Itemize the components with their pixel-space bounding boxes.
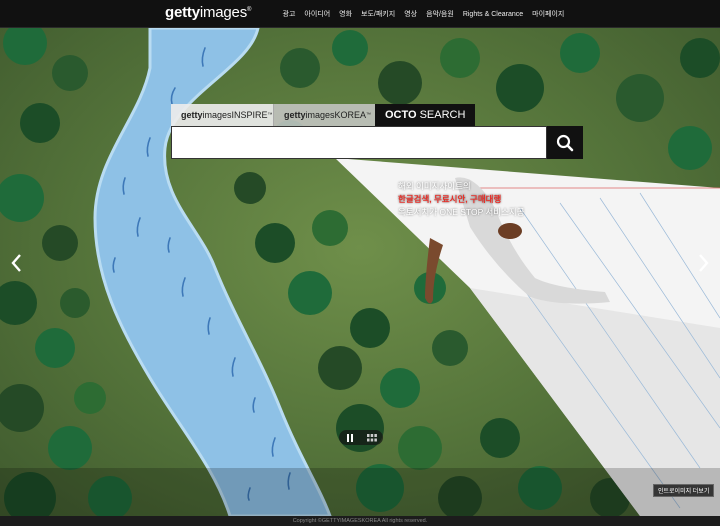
nav-item-news-package[interactable]: 보도/패키지 xyxy=(357,9,400,19)
promo-line-2-highlight: 한글검색, 무료시안, 구매대행 xyxy=(398,194,502,204)
trademark-mark: ™ xyxy=(267,112,273,118)
intro-image-more-button[interactable]: 인트로이미지 더보기 xyxy=(653,484,715,497)
tab-octo-search[interactable]: OCTO SEARCH xyxy=(375,104,475,131)
nav-item-film[interactable]: 영화 xyxy=(335,9,357,19)
search-source-tabs: getty imagesINSPIRE ™ getty imagesKOREA ™ OC… xyxy=(171,104,475,131)
footer-copyright: Copyright ©GETTYIMAGESKOREA All rights r… xyxy=(0,516,720,526)
slideshow-controls xyxy=(339,430,383,445)
tab-label: imagesINSPIRE xyxy=(202,110,268,120)
tab-label: SEARCH xyxy=(419,109,466,121)
main-nav: 광고 아이디어 영화 보도/패키지 영상 음악/음원 Rights & Clea… xyxy=(278,0,569,28)
search-input[interactable] xyxy=(172,127,546,158)
nav-item-mypage[interactable]: 마이페이지 xyxy=(528,9,569,19)
pause-button[interactable] xyxy=(339,430,361,445)
top-navigation-bar: gettyimages® 광고 아이디어 영화 보도/패키지 영상 음악/음원 … xyxy=(0,0,720,28)
gettyimages-logo[interactable]: gettyimages® xyxy=(165,4,251,21)
tab-label-bold: OCTO xyxy=(385,109,417,121)
nav-item-music[interactable]: 음악/음원 xyxy=(422,9,459,19)
logo-registered-mark: ® xyxy=(247,7,252,13)
nav-item-idea[interactable]: 아이디어 xyxy=(300,9,335,19)
search-box xyxy=(171,126,547,159)
nav-item-rights-clearance[interactable]: Rights & Clearance xyxy=(458,11,527,18)
trademark-mark: ™ xyxy=(366,112,372,118)
next-slide-button[interactable] xyxy=(694,252,712,274)
tab-gettyimages-korea[interactable]: getty imagesKOREA ™ xyxy=(273,104,375,126)
nav-item-advertising[interactable]: 광고 xyxy=(278,9,300,19)
logo-text-light: images xyxy=(199,4,247,21)
promo-line-3: 옥토서치가 ONE STOP 서비스지공 xyxy=(398,207,525,217)
logo-text-bold: getty xyxy=(165,4,200,21)
chevron-right-icon xyxy=(699,254,709,272)
chevron-left-icon xyxy=(11,254,21,272)
prev-slide-button[interactable] xyxy=(8,252,26,274)
tab-label-bold: getty xyxy=(181,110,203,120)
promo-text: 해외 이미지사이트의 한글검색, 무료시안, 구매대행 옥토서치가 ONE ST… xyxy=(398,180,558,219)
tab-label-bold: getty xyxy=(284,110,306,120)
search-icon xyxy=(556,134,574,151)
pause-icon xyxy=(347,433,353,442)
nav-item-video[interactable]: 영상 xyxy=(400,9,422,19)
promo-line-1: 해외 이미지사이트의 xyxy=(398,181,471,191)
tab-gettyimages-inspire[interactable]: getty imagesINSPIRE ™ xyxy=(171,104,273,126)
grid-icon xyxy=(367,433,377,441)
tab-label: imagesKOREA xyxy=(305,110,367,120)
thumbnail-grid-button[interactable] xyxy=(361,430,383,445)
search-button[interactable] xyxy=(547,126,583,159)
